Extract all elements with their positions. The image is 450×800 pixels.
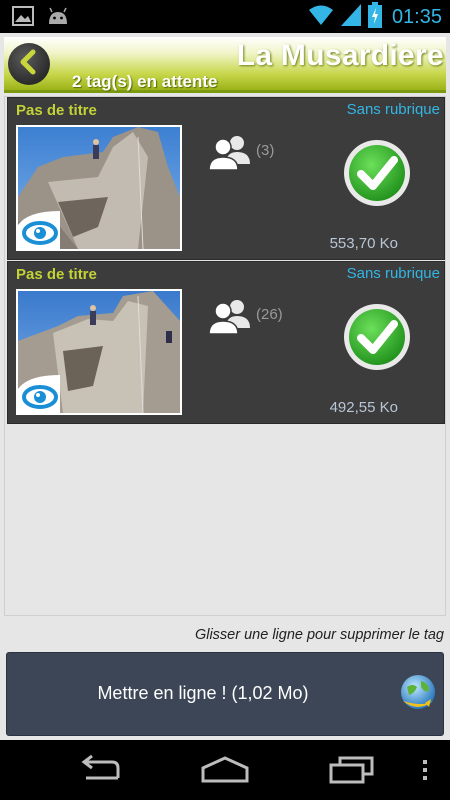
check-icon[interactable] xyxy=(342,138,412,208)
back-arrow-icon xyxy=(17,49,41,79)
pending-tags-label: 2 tag(s) en attente xyxy=(72,72,218,91)
tag-list[interactable]: Pas de titre Sans rubrique (3) 553,70 Ko… xyxy=(4,96,446,616)
app-content: La Musardiere 2 tag(s) en attente Pas de… xyxy=(0,33,450,740)
file-size: 492,55 Ko xyxy=(329,399,398,416)
wifi-icon xyxy=(308,4,334,30)
tag-thumbnail[interactable] xyxy=(16,289,182,415)
back-nav-icon[interactable] xyxy=(78,754,122,788)
battery-icon xyxy=(367,2,382,32)
tag-title: Pas de titre xyxy=(16,102,97,119)
eye-icon[interactable] xyxy=(18,211,60,249)
home-nav-icon[interactable] xyxy=(200,754,250,788)
eye-icon[interactable] xyxy=(18,375,60,413)
list-item[interactable]: Pas de titre Sans rubrique xyxy=(7,97,445,260)
tag-rubric[interactable]: Sans rubrique xyxy=(347,101,440,118)
android-icon xyxy=(46,6,70,30)
file-size: 553,70 Ko xyxy=(329,235,398,252)
persons-count: (26) xyxy=(256,306,283,323)
globe-upload-icon xyxy=(399,673,437,713)
publish-button[interactable]: Mettre en ligne ! (1,02 Mo) xyxy=(6,652,444,736)
menu-overflow-icon[interactable] xyxy=(420,754,430,788)
list-item[interactable]: Pas de titre Sans rubrique xyxy=(7,261,445,424)
tag-rubric[interactable]: Sans rubrique xyxy=(347,265,440,282)
persons-icon[interactable] xyxy=(208,134,252,176)
image-icon xyxy=(12,6,34,30)
check-icon[interactable] xyxy=(342,302,412,372)
persons-count: (3) xyxy=(256,142,275,159)
signal-icon xyxy=(340,3,362,31)
recents-nav-icon[interactable] xyxy=(328,754,376,788)
page-title: La Musardiere xyxy=(236,39,444,72)
swipe-hint: Glisser une ligne pour supprimer le tag xyxy=(194,627,444,643)
tag-thumbnail[interactable] xyxy=(16,125,182,251)
header: La Musardiere 2 tag(s) en attente xyxy=(4,37,446,93)
clock: 01:35 xyxy=(391,5,442,28)
navigation-bar xyxy=(0,740,450,800)
back-button[interactable] xyxy=(8,43,50,85)
status-bar: 01:35 xyxy=(0,0,450,33)
persons-icon[interactable] xyxy=(208,298,252,340)
publish-label: Mettre en ligne ! (1,02 Mo) xyxy=(97,683,309,703)
tag-title: Pas de titre xyxy=(16,266,97,283)
